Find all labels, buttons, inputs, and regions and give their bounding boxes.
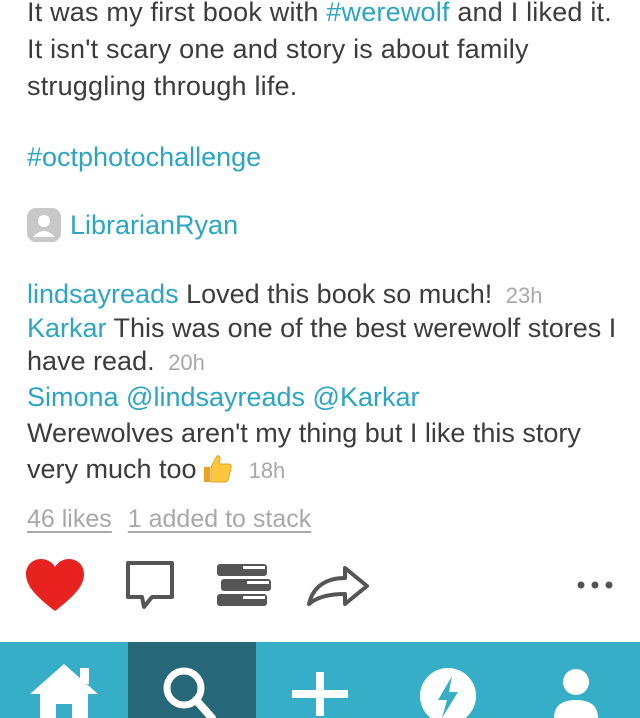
post-stats: 46 likes 1 added to stack — [27, 505, 311, 534]
stack-count-link[interactable]: 1 added to stack — [128, 505, 311, 534]
comment-text: This was one of the best werewolf stores… — [27, 313, 617, 376]
comment-item: Simona @lindsayreads @Karkar Werewolves a… — [27, 379, 617, 493]
stack-icon — [213, 560, 275, 615]
more-icon — [575, 578, 615, 596]
heart-icon — [24, 557, 86, 618]
comment-time: 20h — [168, 350, 205, 375]
tagged-user[interactable]: LibrarianRyan — [26, 205, 238, 245]
tab-search[interactable] — [128, 642, 256, 718]
comment-time: 23h — [505, 283, 543, 308]
stack-button[interactable] — [212, 556, 276, 618]
tab-profile[interactable] — [512, 642, 640, 718]
comment-user[interactable]: Simona @lindsayreads @Karkar — [27, 379, 617, 415]
comment-user[interactable]: lindsayreads — [27, 279, 179, 309]
share-button[interactable] — [302, 556, 374, 618]
hashtag-werewolf[interactable]: #werewolf — [326, 0, 449, 27]
hashtag-octphotochallenge[interactable]: #octphotochallenge — [27, 142, 261, 173]
comment-item: Karkar This was one of the best werewolf… — [27, 312, 617, 379]
comment-icon — [122, 557, 178, 618]
tab-add[interactable] — [256, 642, 384, 718]
action-bar — [0, 556, 640, 618]
post-caption: It was my first book with #werewolf and … — [27, 0, 617, 105]
comment-time: 18h — [248, 458, 286, 483]
likes-count-link[interactable]: 46 likes — [27, 505, 112, 534]
user-tag-icon — [26, 207, 62, 243]
caption-text-1: It was my first book with — [27, 0, 327, 27]
thumbs-up-emoji-icon — [201, 452, 233, 493]
comment-list: lindsayreads Loved this book so much! 23… — [27, 278, 617, 493]
comment-button[interactable] — [120, 556, 180, 618]
like-button[interactable] — [22, 556, 88, 618]
comment-text: Loved this book so much! — [178, 279, 500, 309]
bottom-tab-bar — [0, 642, 640, 718]
tab-activity[interactable] — [384, 642, 512, 718]
share-icon — [303, 560, 373, 615]
more-button[interactable] — [572, 556, 618, 618]
tab-home[interactable] — [0, 642, 128, 718]
comment-text: Werewolves aren't my thing but I like th… — [27, 418, 581, 484]
comment-item: lindsayreads Loved this book so much! 23… — [27, 278, 617, 312]
tagged-user-name[interactable]: LibrarianRyan — [70, 210, 238, 241]
comment-user[interactable]: Karkar — [27, 313, 107, 343]
